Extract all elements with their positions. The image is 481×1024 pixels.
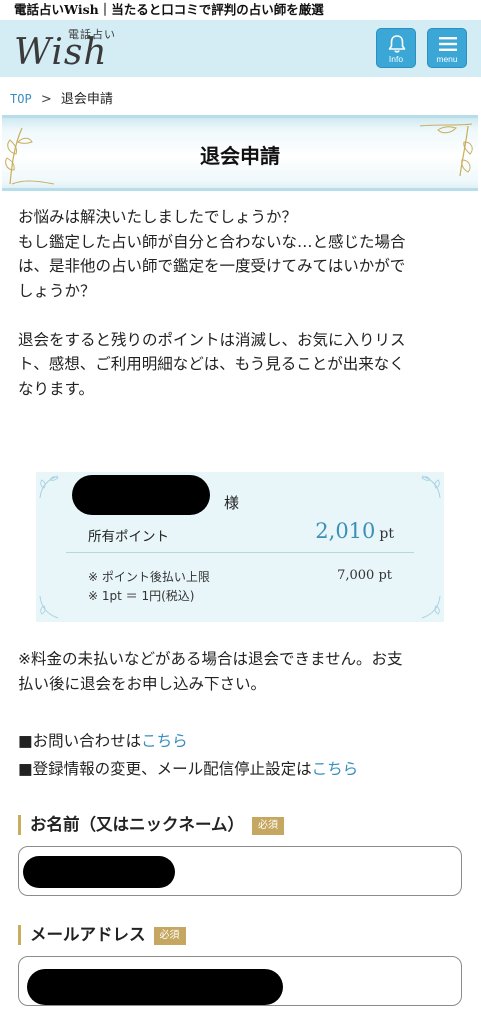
page-title: 退会申請 bbox=[200, 144, 280, 168]
intro-line: は、是非他の占い師で鑑定を一度受けてみてはいかがで bbox=[18, 257, 406, 275]
owned-points-value: 2,010 pt bbox=[315, 519, 394, 543]
breadcrumb-top-link[interactable]: TOP bbox=[10, 92, 32, 106]
redacted-value bbox=[27, 969, 283, 1005]
postpay-limit-value: 7,000 pt bbox=[337, 568, 392, 583]
owned-points-number: 2,010 bbox=[315, 519, 376, 543]
corner-ornament-icon bbox=[39, 475, 59, 499]
logo-wordmark: Wish bbox=[14, 32, 108, 73]
page-title-banner: 退会申請 bbox=[2, 115, 478, 191]
site-header: 電話占い Wish Info menu bbox=[0, 20, 481, 77]
intro-line: お悩みは解決いたしましたでしょうか？ bbox=[18, 208, 298, 226]
name-label-text: お名前（又はニックネーム） bbox=[30, 815, 245, 834]
name-field-label: お名前（又はニックネーム） 必須 bbox=[18, 815, 285, 835]
intro-line: 退会をすると残りのポイントは消滅し、お気に入りリス bbox=[18, 330, 406, 349]
contact-text: ■お問い合わせは bbox=[18, 732, 142, 750]
breadcrumb-separator: > bbox=[40, 92, 52, 107]
warning-line: ※料金の未払いなどがある場合は退会できません。お支 bbox=[18, 650, 403, 668]
email-input[interactable] bbox=[18, 956, 462, 1006]
menu-label: menu bbox=[436, 54, 458, 64]
info-label: Info bbox=[388, 54, 404, 64]
settings-line: ■登録情報の変更、メール配信停止設定はこちら bbox=[18, 755, 358, 783]
point-rate-note: ※ 1pt ＝ 1円(税込) bbox=[88, 589, 195, 603]
intro-line: しょうか？ bbox=[18, 281, 96, 300]
intro-line: ト、感想、ご利用明細などは、もう見ることが出来なく bbox=[18, 355, 405, 373]
hamburger-icon bbox=[439, 37, 457, 51]
bell-icon bbox=[388, 35, 406, 53]
intro-text: お悩みは解決いたしましたでしょうか？ もし鑑定した占い師が自分と合わないな…と感… bbox=[18, 205, 468, 401]
help-links: ■お問い合わせはこちら ■登録情報の変更、メール配信停止設定はこちら bbox=[18, 727, 358, 783]
owned-points-label: 所有ポイント bbox=[88, 529, 169, 545]
email-label-text: メールアドレス bbox=[30, 925, 146, 944]
corner-ornament-icon bbox=[421, 595, 441, 619]
corner-ornament-icon bbox=[39, 595, 59, 619]
breadcrumb-current: 退会申請 bbox=[60, 92, 113, 107]
point-summary-card: 様 所有ポイント 2,010 pt ※ ポイント後払い上限 ※ 1pt ＝ 1円(… bbox=[36, 472, 444, 622]
breadcrumb: TOP > 退会申請 bbox=[10, 88, 113, 107]
name-input[interactable] bbox=[18, 846, 462, 896]
warning-line: 払い後に退会をお申し込み下さい。 bbox=[18, 674, 267, 693]
intro-line: なります。 bbox=[18, 379, 94, 398]
site-logo[interactable]: 電話占い Wish bbox=[14, 26, 154, 74]
contact-line: ■お問い合わせはこちら bbox=[18, 727, 358, 755]
required-badge: 必須 bbox=[252, 816, 285, 835]
redacted-username bbox=[72, 475, 210, 515]
honorific-suffix: 様 bbox=[224, 494, 240, 512]
email-field-label: メールアドレス 必須 bbox=[18, 925, 186, 945]
contact-link[interactable]: こちら bbox=[141, 732, 188, 750]
settings-link[interactable]: こちら bbox=[312, 760, 359, 778]
settings-text: ■登録情報の変更、メール配信停止設定は bbox=[18, 760, 312, 778]
postpay-limit-label: ※ ポイント後払い上限 bbox=[88, 570, 210, 584]
card-divider bbox=[66, 552, 414, 553]
corner-ornament-icon bbox=[421, 475, 441, 499]
menu-button[interactable]: menu bbox=[427, 28, 467, 68]
required-badge: 必須 bbox=[153, 926, 186, 945]
intro-line: もし鑑定した占い師が自分と合わないな…と感じた場合 bbox=[18, 232, 406, 251]
site-tagline: 電話占いWish｜当たると口コミで評判の占い師を厳選 bbox=[0, 0, 481, 20]
redacted-value bbox=[23, 856, 175, 888]
unpaid-warning: ※料金の未払いなどがある場合は退会できません。お支 払い後に退会をお申し込み下さ… bbox=[18, 647, 468, 696]
owned-points-unit: pt bbox=[379, 526, 394, 542]
info-button[interactable]: Info bbox=[376, 28, 416, 68]
